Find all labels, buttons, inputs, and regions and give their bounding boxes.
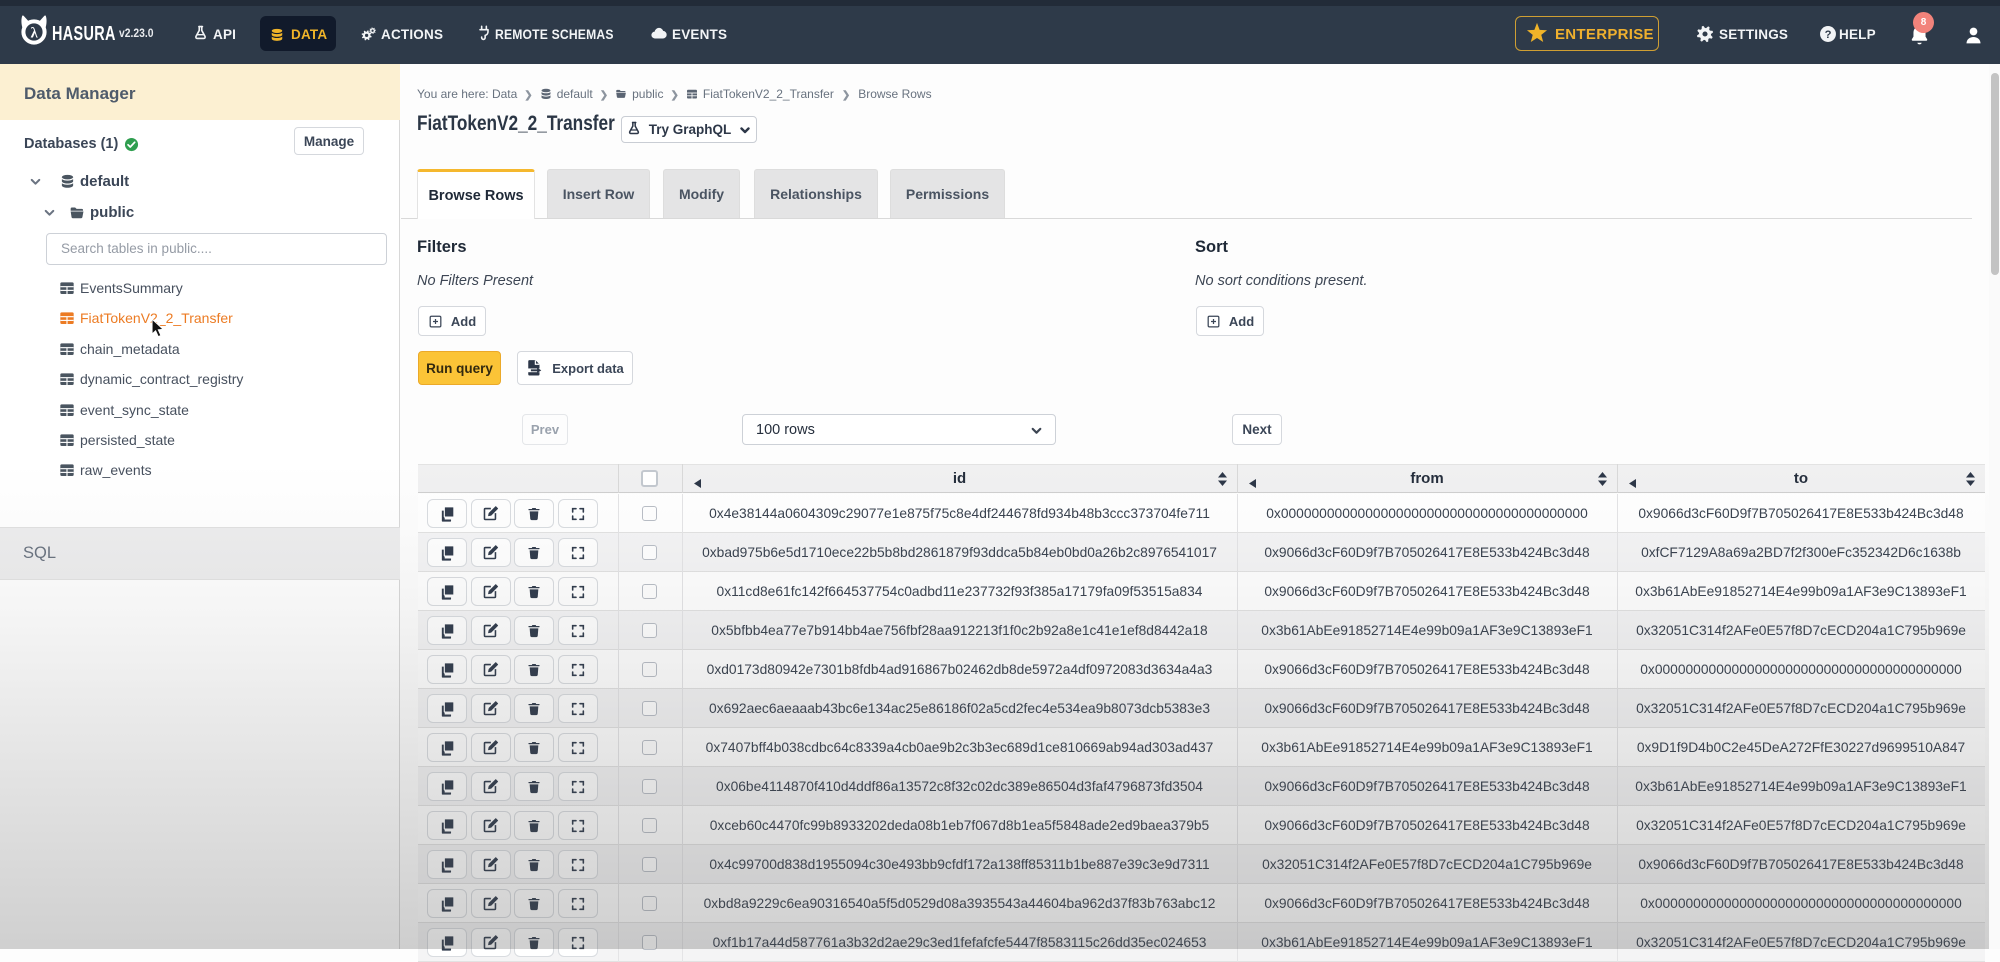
svg-text:λ: λ: [31, 25, 39, 41]
svg-text:?: ?: [1825, 29, 1832, 41]
